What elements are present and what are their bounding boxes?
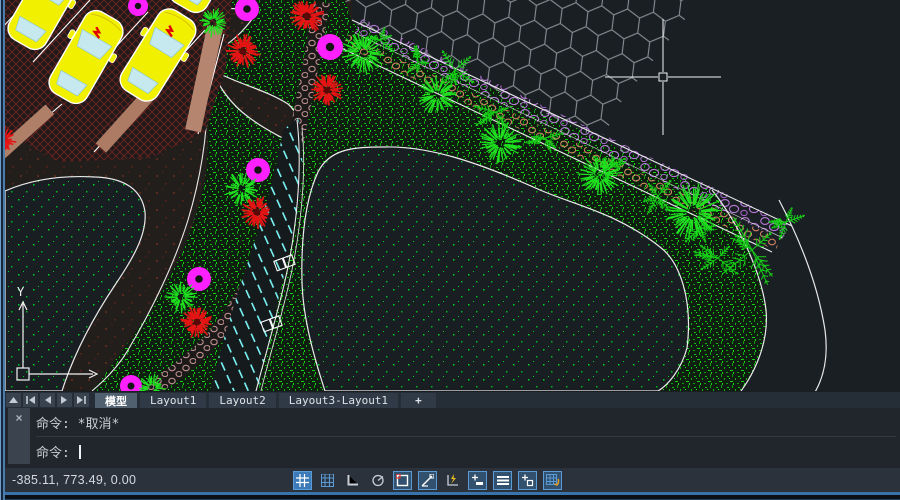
window-bottom-border bbox=[0, 492, 900, 500]
tab-model[interactable]: 模型 bbox=[95, 393, 137, 408]
drawing-canvas[interactable]: Y bbox=[0, 0, 900, 391]
cad-window: Y 模型Layout1Layout2 Layout3-Layout1+ × 命令:… bbox=[0, 0, 900, 500]
status-icon-grid-display[interactable] bbox=[318, 471, 337, 490]
status-icon-object-snap[interactable] bbox=[393, 471, 412, 490]
command-window[interactable]: × 命令: *取消* 命令: bbox=[0, 408, 900, 468]
layout-tab-bar: 模型Layout1Layout2 Layout3-Layout1+ bbox=[0, 391, 900, 408]
tab-next-button[interactable] bbox=[57, 393, 72, 407]
tab-last-button[interactable] bbox=[74, 393, 89, 407]
tab-layout1[interactable]: Layout1 bbox=[140, 393, 206, 408]
status-icon-quick-properties[interactable] bbox=[493, 471, 512, 490]
flower-magenta bbox=[187, 267, 211, 291]
status-icon-object-snap-tracking[interactable] bbox=[418, 471, 437, 490]
tab-layout2[interactable]: Layout2 bbox=[209, 393, 275, 408]
ucs-y-label: Y bbox=[17, 285, 25, 299]
command-close-strip: × bbox=[8, 408, 30, 464]
site-plan-svg[interactable]: Y bbox=[0, 0, 900, 391]
status-icon-snap-grid[interactable] bbox=[293, 471, 312, 490]
window-left-border bbox=[0, 0, 5, 500]
layout-tabs: 模型Layout1Layout2 Layout3-Layout1+ bbox=[95, 392, 436, 408]
text-cursor bbox=[79, 445, 81, 459]
tab-first-button[interactable] bbox=[23, 393, 38, 407]
flower-magenta bbox=[317, 34, 343, 60]
status-icon-dynamic-input[interactable] bbox=[443, 471, 462, 490]
status-icon-selection-cycling[interactable] bbox=[518, 471, 537, 490]
status-icon-annotation-scale[interactable] bbox=[543, 471, 562, 490]
status-toggle-icons bbox=[293, 468, 562, 492]
tab-new-layout[interactable]: + bbox=[401, 393, 436, 408]
coordinates-readout: -385.11, 773.49, 0.00 bbox=[12, 468, 136, 492]
status-icon-polar-tracking[interactable] bbox=[368, 471, 387, 490]
status-icon-ortho-mode[interactable] bbox=[343, 471, 362, 490]
close-icon[interactable]: × bbox=[15, 411, 22, 425]
status-bar: -385.11, 773.49, 0.00 bbox=[0, 468, 900, 492]
command-prompt-line[interactable]: 命令: bbox=[36, 437, 896, 466]
tab-layout3-layout1[interactable]: Layout3-Layout1 bbox=[279, 393, 398, 408]
command-history-line: 命令: *取消* bbox=[36, 408, 896, 437]
tab-menu-up-button[interactable] bbox=[6, 393, 21, 407]
tab-nav-buttons bbox=[0, 392, 91, 408]
flower-magenta bbox=[246, 158, 270, 182]
status-icon-lineweight-display[interactable] bbox=[468, 471, 487, 490]
tab-prev-button[interactable] bbox=[40, 393, 55, 407]
